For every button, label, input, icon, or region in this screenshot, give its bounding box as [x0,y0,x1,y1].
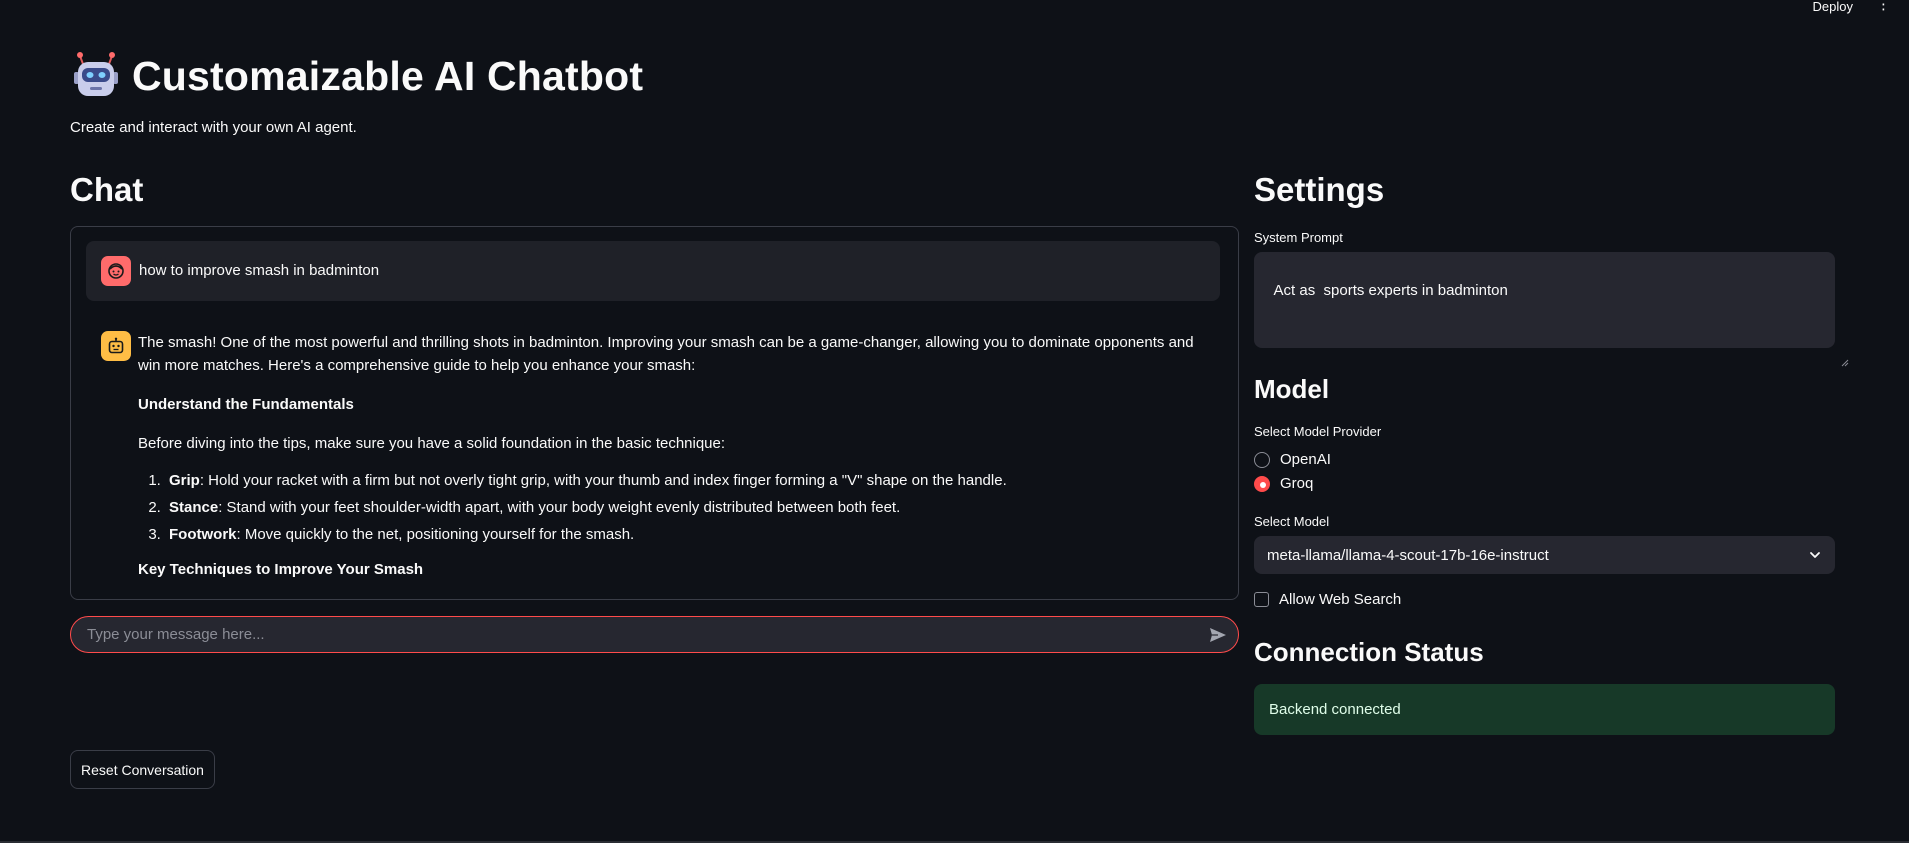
page-subtitle: Create and interact with your own AI age… [70,119,357,136]
model-select[interactable]: meta-llama/llama-4-scout-17b-16e-instruc… [1254,536,1835,574]
radio-unselected-icon[interactable] [1254,451,1270,468]
model-select-value: meta-llama/llama-4-scout-17b-16e-instruc… [1267,547,1549,564]
connection-status-heading: Connection Status [1254,637,1484,667]
assistant-message: The smash! One of the most powerful and … [138,331,1198,597]
model-heading: Model [1254,374,1330,404]
section-heading: Understand the Fundamentals [138,396,354,413]
resize-handle-icon[interactable] [1824,337,1849,367]
list-item: Footwork: Move quickly to the net, posit… [165,523,1198,546]
robot-icon [70,50,122,102]
system-prompt-textarea[interactable]: Act as sports experts in badminton [1254,252,1849,367]
system-prompt-value: Act as sports experts in badminton [1273,282,1508,299]
top-toolbar: Deploy ⋮ [1709,0,1909,14]
list-item: Stance: Stand with your feet shoulder-wi… [165,496,1198,519]
web-search-checkbox[interactable] [1254,592,1269,607]
connection-status-text: Backend connected [1269,701,1401,718]
reset-conversation-button[interactable]: Reset Conversation [70,750,215,789]
technique-list: Grip: Hold your racket with a firm but n… [165,469,1198,546]
radio-groq[interactable]: Groq [1254,475,1313,492]
chevron-down-icon[interactable] [1807,547,1823,563]
user-avatar-icon [101,256,131,286]
chat-message-input[interactable] [87,617,1177,652]
page-header: Customaizable AI Chatbot [70,50,643,102]
page-title: Customaizable AI Chatbot [132,52,644,99]
connection-status-badge: Backend connected [1254,684,1835,735]
radio-label: Groq [1280,475,1314,492]
section-intro: Before diving into the tips, make sure y… [138,435,726,452]
settings-heading: Settings [1254,171,1385,208]
web-search-label: Allow Web Search [1279,591,1402,608]
assistant-intro: The smash! One of the most powerful and … [138,334,1194,374]
main-menu-icon[interactable]: ⋮ [1876,0,1891,12]
radio-selected-icon[interactable] [1254,475,1270,492]
radio-openai[interactable]: OpenAI [1254,451,1331,468]
chat-history[interactable]: how to improve smash in badminton The sm… [70,226,1239,600]
section-heading: Key Techniques to Improve Your Smash [138,561,424,578]
system-prompt-label: System Prompt [1254,230,1343,245]
assistant-avatar-icon [101,331,131,361]
deploy-button[interactable]: Deploy [1813,0,1853,14]
select-model-label: Select Model [1254,514,1330,529]
chat-heading: Chat [70,171,144,208]
radio-label: OpenAI [1280,451,1331,468]
user-message-text: how to improve smash in badminton [139,262,380,279]
send-icon[interactable] [1208,625,1228,645]
web-search-toggle[interactable]: Allow Web Search [1254,591,1401,608]
chat-input-container [70,616,1239,653]
model-provider-label: Select Model Provider [1254,424,1382,439]
list-item: Grip: Hold your racket with a firm but n… [165,469,1198,492]
user-message: how to improve smash in badminton [86,241,1220,301]
